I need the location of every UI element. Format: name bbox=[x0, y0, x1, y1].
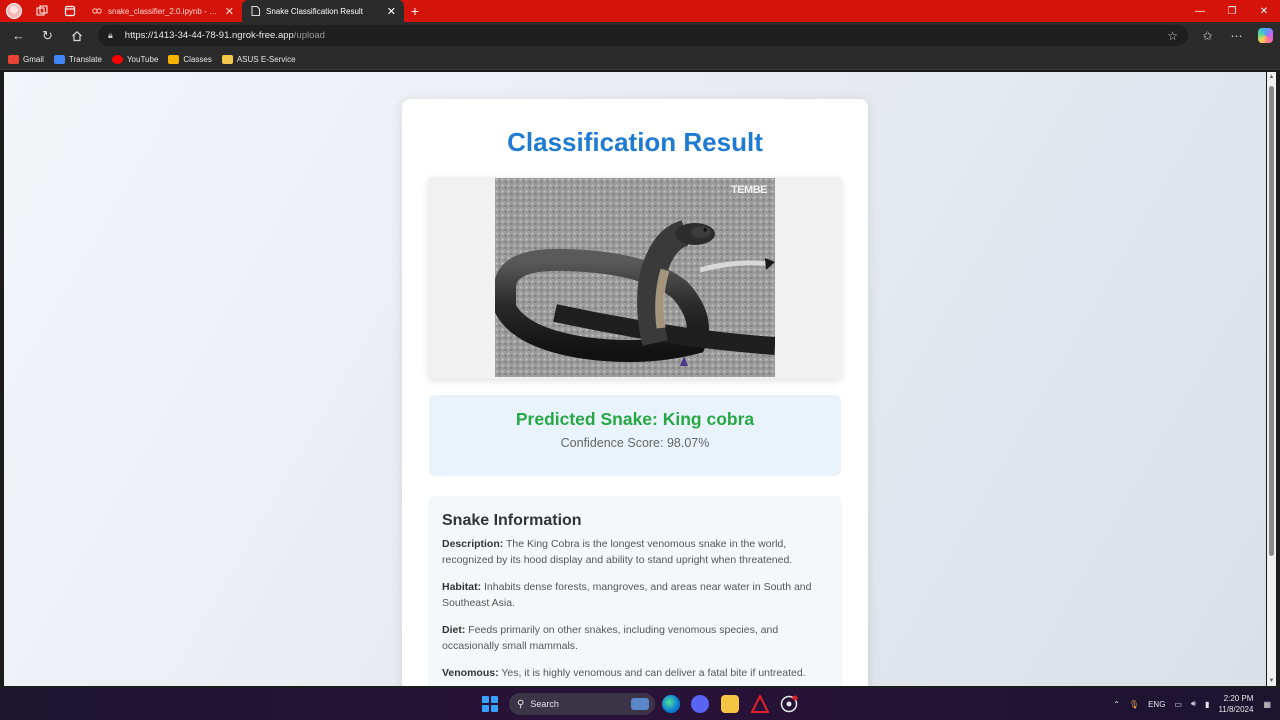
close-tab-icon[interactable]: ✕ bbox=[387, 5, 396, 18]
taskbar-search[interactable]: ⚲ Search bbox=[509, 693, 655, 715]
prediction-box: Predicted Snake: King cobra Confidence S… bbox=[429, 395, 841, 476]
address-toolbar: ← ↻ 🔒︎ https://1413-34-44-78-91.ngrok-fr… bbox=[0, 22, 1280, 49]
volume-icon[interactable]: 🔊︎ bbox=[1191, 699, 1196, 709]
snake-photo: TEMBE bbox=[495, 178, 775, 377]
maximize-icon[interactable]: ❐ bbox=[1216, 0, 1248, 22]
page-scrollbar[interactable]: ▲ ▼ bbox=[1267, 72, 1276, 686]
bookmark-asus[interactable]: ASUS E-Service bbox=[221, 54, 296, 64]
new-tab-button[interactable]: + bbox=[404, 0, 426, 22]
browser-tab-bar: snake_classifier_2.0.ipynb - Colab ✕ Sna… bbox=[0, 0, 1280, 22]
bookmark-youtube[interactable]: YouTube bbox=[111, 54, 158, 64]
network-icon[interactable]: ▭ bbox=[1174, 700, 1182, 709]
file-explorer-icon[interactable] bbox=[721, 695, 739, 713]
folder-icon bbox=[221, 54, 233, 64]
windows-start-icon[interactable] bbox=[482, 696, 498, 712]
workspaces-icon[interactable] bbox=[28, 0, 56, 22]
page-viewport: Classification Result TEMBE Predicted Sn… bbox=[4, 72, 1266, 686]
clock-date: 11/8/2024 bbox=[1218, 705, 1254, 714]
battery-icon[interactable]: ▮ bbox=[1205, 700, 1209, 709]
search-highlight-icon bbox=[631, 698, 649, 710]
bookmark-gmail[interactable]: Gmail bbox=[8, 54, 44, 64]
gmail-icon bbox=[8, 54, 19, 64]
copilot-icon[interactable] bbox=[1251, 28, 1280, 43]
youtube-icon bbox=[111, 54, 123, 64]
clock[interactable]: 2:20 PM 11/8/2024 bbox=[1218, 693, 1253, 715]
scroll-up-icon[interactable]: ▲ bbox=[1268, 74, 1275, 80]
asus-armoury-icon[interactable] bbox=[750, 693, 770, 713]
bookmark-classes[interactable]: Classes bbox=[168, 54, 212, 64]
back-arrow-icon[interactable]: ← bbox=[4, 22, 33, 49]
classroom-icon bbox=[168, 54, 180, 64]
close-window-icon[interactable]: ✕ bbox=[1248, 0, 1280, 22]
scrollbar-thumb[interactable] bbox=[1269, 86, 1274, 556]
edge-icon[interactable] bbox=[662, 695, 680, 713]
bookmark-translate[interactable]: Translate bbox=[53, 54, 102, 64]
home-icon[interactable] bbox=[62, 22, 91, 49]
page-icon bbox=[250, 6, 260, 16]
minimize-icon[interactable]: — bbox=[1184, 0, 1216, 22]
clock-time: 2:20 PM bbox=[1223, 694, 1254, 703]
info-heading: Snake Information bbox=[442, 512, 582, 529]
info-venomous: Venomous: Yes, it is highly venomous and… bbox=[442, 667, 806, 679]
info-diet: Diet: Feeds primarily on other snakes, i… bbox=[442, 624, 779, 652]
url-host: https://1413-34-44-78-91.ngrok-free.app bbox=[124, 30, 294, 41]
language-indicator[interactable]: ENG bbox=[1148, 700, 1165, 709]
search-icon: ⚲ bbox=[517, 698, 525, 710]
obs-studio-icon[interactable] bbox=[780, 695, 798, 713]
chevron-up-icon[interactable]: ⌃ bbox=[1113, 700, 1120, 709]
image-container: TEMBE bbox=[428, 177, 842, 379]
notification-icon[interactable]: ▦ bbox=[1263, 700, 1271, 709]
image-watermark: TEMBE bbox=[731, 184, 768, 196]
profile-avatar[interactable] bbox=[0, 0, 28, 22]
result-card: Classification Result TEMBE Predicted Sn… bbox=[402, 99, 868, 686]
discord-icon[interactable] bbox=[691, 695, 709, 713]
microphone-icon[interactable]: 🎙︎ bbox=[1129, 700, 1139, 709]
lock-icon[interactable]: 🔒︎ bbox=[108, 30, 113, 41]
info-description: Description: The King Cobra is the longe… bbox=[442, 538, 793, 566]
refresh-icon[interactable]: ↻ bbox=[33, 22, 62, 49]
tab-snake-result[interactable]: Snake Classification Result ✕ bbox=[242, 0, 404, 22]
url-path: /upload bbox=[293, 30, 325, 41]
more-menu-icon[interactable]: ⋯ bbox=[1222, 29, 1251, 43]
windows-taskbar: ⚲ Search ⌃ 🎙︎ ENG ▭ 🔊︎ ▮ 2:20 PM 11/8/20… bbox=[0, 688, 1280, 720]
predicted-snake-label: Predicted Snake: King cobra bbox=[515, 409, 755, 429]
snake-info-section: Snake Information Description: The King … bbox=[428, 496, 842, 686]
search-label: Search bbox=[530, 699, 559, 709]
translate-icon bbox=[53, 54, 65, 64]
system-tray: ⌃ 🎙︎ ENG ▭ 🔊︎ ▮ 2:20 PM 11/8/2024 ▦ bbox=[1113, 688, 1280, 720]
url-input[interactable]: 🔒︎ https://1413-34-44-78-91.ngrok-free.a… bbox=[98, 25, 1188, 46]
page-title: Classification Result bbox=[507, 127, 763, 157]
colab-icon bbox=[92, 6, 102, 16]
tab-actions-icon[interactable] bbox=[56, 0, 84, 22]
info-habitat: Habitat: Inhabits dense forests, mangrov… bbox=[442, 581, 812, 609]
confidence-score: Confidence Score: 98.07% bbox=[560, 436, 710, 450]
favorites-icon[interactable]: ✩ bbox=[1193, 29, 1222, 43]
close-tab-icon[interactable]: ✕ bbox=[225, 5, 234, 18]
tab-colab[interactable]: snake_classifier_2.0.ipynb - Colab ✕ bbox=[84, 0, 242, 22]
bookmarks-bar: Gmail Translate YouTube Classes ASUS E-S… bbox=[0, 49, 1280, 70]
tab-title: snake_classifier_2.0.ipynb - Colab bbox=[108, 6, 221, 16]
scroll-down-icon[interactable]: ▼ bbox=[1268, 678, 1275, 684]
tab-title: Snake Classification Result bbox=[266, 6, 363, 16]
favorite-star-icon[interactable]: ☆ bbox=[1167, 29, 1178, 43]
